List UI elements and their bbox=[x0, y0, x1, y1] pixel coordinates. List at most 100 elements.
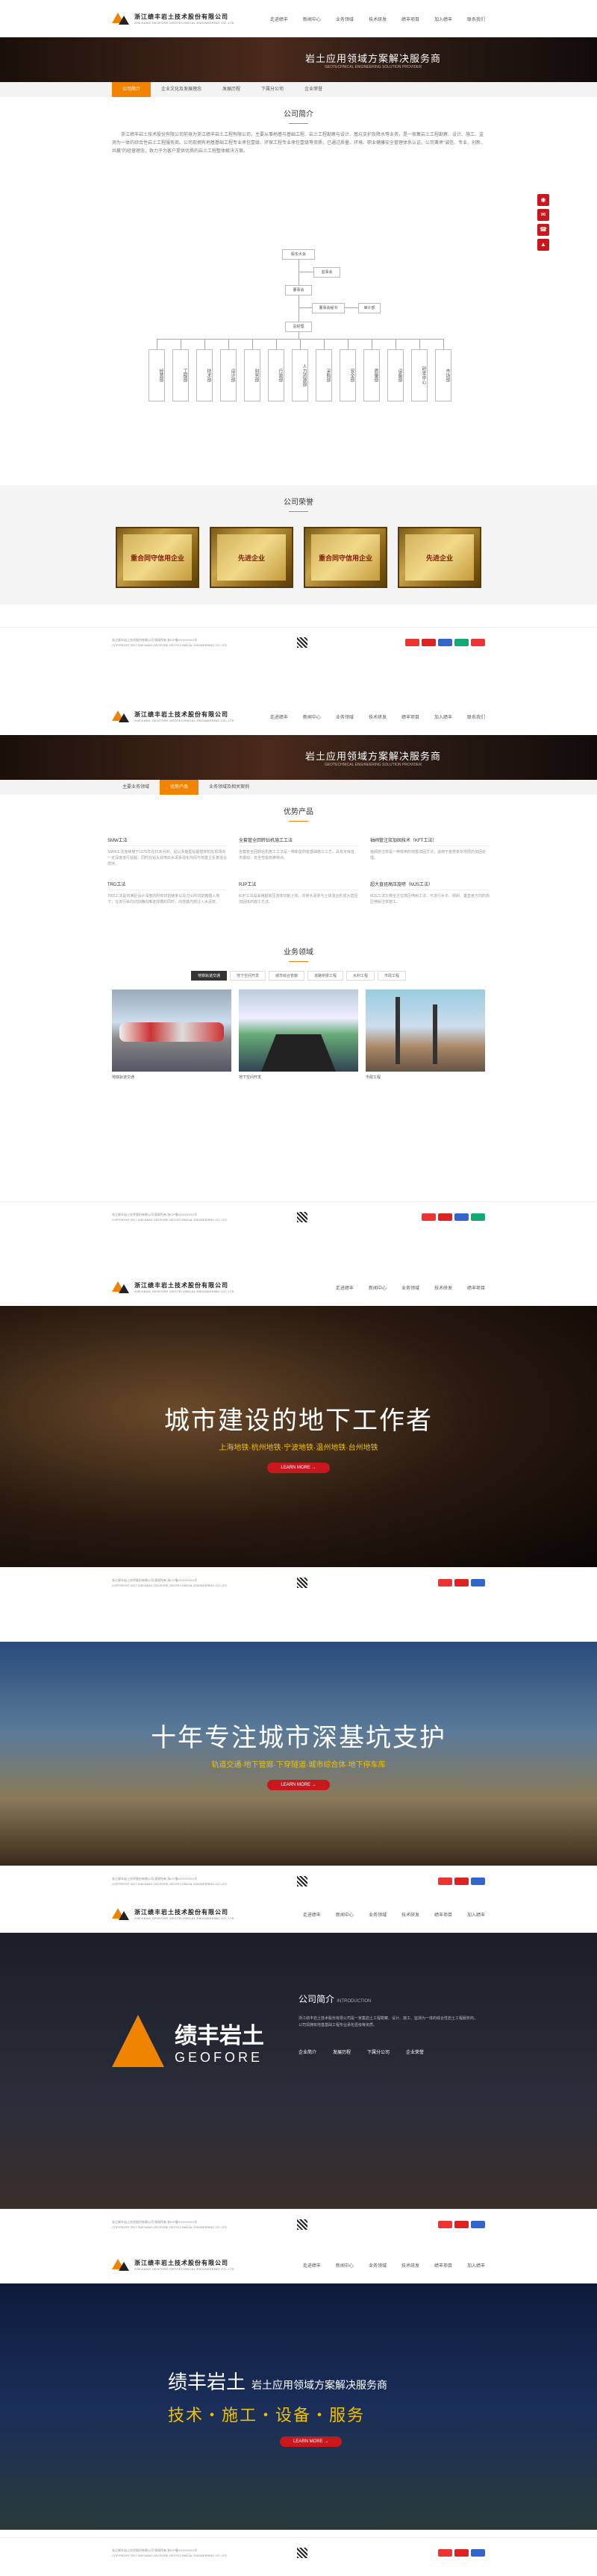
badge-icon[interactable] bbox=[471, 1213, 485, 1221]
nav-item[interactable]: 走进绩丰 bbox=[336, 1284, 354, 1291]
nav-item[interactable]: 绩丰项目 bbox=[467, 1284, 485, 1291]
badge-icon[interactable] bbox=[471, 2220, 485, 2228]
honor-plaque[interactable]: 重合同守信用企业 bbox=[304, 527, 387, 588]
about-link[interactable]: 下属分公司 bbox=[367, 2048, 390, 2055]
about-link[interactable]: 企业荣誉 bbox=[406, 2048, 424, 2055]
honor-plaque[interactable]: 先进企业 bbox=[398, 527, 481, 588]
tab-products[interactable]: 优势产品 bbox=[160, 780, 199, 795]
field-tab[interactable]: 市政工程 bbox=[378, 971, 407, 981]
tab-cases[interactable]: 业务领域及相关案例 bbox=[199, 780, 260, 795]
nav-item[interactable]: 技术研发 bbox=[369, 713, 387, 720]
nav-item[interactable]: 联系我们 bbox=[467, 713, 485, 720]
phone-icon[interactable]: ☎ bbox=[537, 224, 549, 236]
nav-item[interactable]: 技术研发 bbox=[401, 2262, 419, 2269]
logo[interactable]: 浙江绩丰岩土技术股份有限公司 ZHEJIANG GEOFORE GEOTECHNI… bbox=[112, 1280, 254, 1295]
nav-item[interactable]: 业务领域 bbox=[369, 2262, 387, 2269]
nav-item[interactable]: 新闻中心 bbox=[303, 713, 321, 720]
honor-plaque[interactable]: 重合同守信用企业 bbox=[116, 527, 199, 588]
field-tab[interactable]: 地铁轨道交通 bbox=[190, 971, 227, 981]
product-card[interactable]: 超大直径高压旋喷（MJS工法） MJS工法又称全方位高压喷射工法，可进行水平、倾斜… bbox=[370, 881, 490, 916]
badge-icon[interactable] bbox=[454, 1213, 469, 1221]
badge-icon[interactable] bbox=[438, 1213, 452, 1221]
field-tab[interactable]: 道路桥梁工程 bbox=[307, 971, 344, 981]
field-card[interactable]: 市政工程 bbox=[366, 990, 485, 1080]
nav-item[interactable]: 业务领域 bbox=[401, 1284, 419, 1291]
nav-item[interactable]: 新闻中心 bbox=[336, 2262, 354, 2269]
field-tab[interactable]: 水利工程 bbox=[346, 971, 375, 981]
nav-item[interactable]: 业务领域 bbox=[369, 1911, 387, 1918]
badge-icon[interactable] bbox=[471, 2548, 485, 2557]
badge-icon[interactable] bbox=[454, 2220, 469, 2228]
field-tab[interactable]: 城市综合管廊 bbox=[268, 971, 304, 981]
org-line bbox=[228, 339, 229, 349]
logo[interactable]: 浙江绩丰岩土技术股份有限公司 ZHEJIANG GEOFORE GEOTECHNI… bbox=[112, 1907, 254, 1922]
nav-item[interactable]: 加入绩丰 bbox=[434, 16, 452, 22]
nav-item[interactable]: 走进绩丰 bbox=[270, 713, 288, 720]
badge-icon[interactable] bbox=[454, 1877, 469, 1885]
learn-more-button[interactable]: LEARN MORE → bbox=[280, 2436, 343, 2447]
badge-icon[interactable] bbox=[405, 638, 419, 646]
nav-item[interactable]: 走进绩丰 bbox=[303, 2262, 321, 2269]
nav-item[interactable]: 业务领域 bbox=[336, 16, 354, 22]
badge-icon[interactable] bbox=[454, 2548, 469, 2557]
nav-item[interactable]: 技术研发 bbox=[401, 1911, 419, 1918]
badge-icon[interactable] bbox=[438, 638, 452, 646]
product-desc: TRD工法是将满足设计深度的附有切割链条以及刀头的切割箱插入地下，在进行纵向切割… bbox=[107, 894, 220, 904]
nav-item[interactable]: 绩丰项目 bbox=[434, 2262, 452, 2269]
nav-item[interactable]: 加入绩丰 bbox=[434, 713, 452, 720]
logo[interactable]: 浙江绩丰岩土技术股份有限公司 ZHEJIANG GEOFORE GEOTECHNI… bbox=[112, 2257, 254, 2272]
logo[interactable]: 浙江绩丰岩土技术股份有限公司 ZHEJIANG GEOFORE GEOTECHNI… bbox=[112, 11, 254, 26]
badge-icon[interactable] bbox=[422, 1213, 436, 1221]
field-tab[interactable]: 地下空间开发 bbox=[229, 971, 266, 981]
nav-item[interactable]: 技术研发 bbox=[369, 16, 387, 22]
tab-history[interactable]: 发展历程 bbox=[212, 82, 251, 97]
nav-item[interactable]: 新闻中心 bbox=[303, 16, 321, 22]
badge-icon[interactable] bbox=[471, 1877, 485, 1885]
nav-item[interactable]: 绩丰项目 bbox=[401, 16, 419, 22]
logo[interactable]: 浙江绩丰岩土技术股份有限公司 ZHEJIANG GEOFORE GEOTECHNI… bbox=[112, 709, 254, 724]
qq-icon[interactable]: ◉ bbox=[537, 194, 549, 206]
badge-icon[interactable] bbox=[438, 2220, 452, 2228]
about-link[interactable]: 发展历程 bbox=[333, 2048, 351, 2055]
nav-item[interactable]: 走进绩丰 bbox=[303, 1911, 321, 1918]
tab-about[interactable]: 公司简介 bbox=[112, 82, 151, 97]
product-card[interactable]: TRD工法 TRD工法是将满足设计深度的附有切割链条以及刀头的切割箱插入地下，在进… bbox=[107, 881, 227, 916]
nav-item[interactable]: 业务领域 bbox=[336, 713, 354, 720]
badge-icon[interactable] bbox=[438, 2548, 452, 2557]
tab-honors[interactable]: 企业荣誉 bbox=[294, 82, 333, 97]
badge-icon[interactable] bbox=[454, 638, 469, 646]
product-name: 全套管全回转钻机施工工法 bbox=[239, 837, 358, 846]
product-card[interactable]: RJP工法 RJP工法是采用超高压流体切削土体，并使水泥浆与土体混合形成大直径加固… bbox=[239, 881, 358, 916]
wechat-icon[interactable]: ✉ bbox=[537, 209, 549, 221]
product-card[interactable]: 全套管全回转钻机施工工法 全套管全回转钻机施工工法是一种新型的桩基础施工工艺，具有… bbox=[239, 837, 358, 872]
badge-icon[interactable] bbox=[471, 638, 485, 646]
field-card[interactable]: 地下空间开发 bbox=[239, 990, 358, 1080]
honor-plaque[interactable]: 先进企业 bbox=[210, 527, 293, 588]
product-card[interactable]: 袖阀管注浆加固技术（KFT工法） 袖阀管注浆是一种常用的地基加固方法，适用于各类复… bbox=[370, 837, 490, 872]
tab-culture[interactable]: 企业文化及发展理念 bbox=[151, 82, 212, 97]
nav-item[interactable]: 加入绩丰 bbox=[467, 1911, 485, 1918]
brand-sub: ZHEJIANG GEOFORE GEOTECHNICAL ENGINEERIN… bbox=[134, 719, 234, 722]
tab-main-business[interactable]: 主要业务领域 bbox=[112, 780, 160, 795]
field-card[interactable]: 地铁轨道交通 bbox=[112, 990, 231, 1080]
org-department: 经营部 bbox=[149, 349, 165, 401]
learn-more-button[interactable]: LEARN MORE → bbox=[267, 1780, 330, 1790]
badge-icon[interactable] bbox=[454, 1578, 469, 1586]
badge-icon[interactable] bbox=[422, 638, 436, 646]
badge-icon[interactable] bbox=[471, 1578, 485, 1586]
nav-item[interactable]: 加入绩丰 bbox=[467, 2262, 485, 2269]
nav-item[interactable]: 走进绩丰 bbox=[270, 16, 288, 22]
badge-icon[interactable] bbox=[438, 1578, 452, 1586]
nav-item[interactable]: 绩丰项目 bbox=[401, 713, 419, 720]
nav-item[interactable]: 新闻中心 bbox=[336, 1911, 354, 1918]
nav-item[interactable]: 联系我们 bbox=[467, 16, 485, 22]
nav-item[interactable]: 技术研发 bbox=[434, 1284, 452, 1291]
about-link[interactable]: 企业简介 bbox=[298, 2048, 316, 2055]
nav-item[interactable]: 新闻中心 bbox=[369, 1284, 387, 1291]
badge-icon[interactable] bbox=[438, 1877, 452, 1885]
tab-branches[interactable]: 下属分公司 bbox=[251, 82, 294, 97]
product-card[interactable]: SMW工法 SMW工法连续墙于1976年在日本问世，是以多轴型钻掘搅拌机在现场向一… bbox=[107, 837, 227, 872]
nav-item[interactable]: 绩丰项目 bbox=[434, 1911, 452, 1918]
back-to-top-icon[interactable]: ▲ bbox=[537, 239, 549, 251]
learn-more-button[interactable]: LEARN MORE → bbox=[267, 1463, 330, 1473]
